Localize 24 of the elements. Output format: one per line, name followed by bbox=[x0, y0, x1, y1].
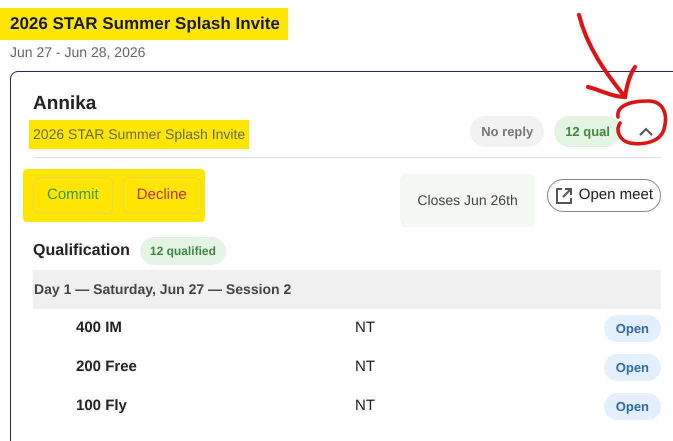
open-meet-button[interactable]: Open meet bbox=[546, 179, 661, 212]
action-button[interactable]: Decline bbox=[122, 177, 201, 214]
qualified-badge: 12 qualified bbox=[140, 237, 226, 265]
chevron-up-icon bbox=[639, 126, 653, 136]
external-link-icon bbox=[554, 186, 573, 204]
action-button[interactable]: Commit bbox=[33, 177, 113, 214]
status-badge: Open bbox=[604, 392, 661, 420]
meet-name: 2026 STAR Summer Splash Invite bbox=[33, 125, 246, 144]
meet-title: 2026 STAR Summer Splash Invite bbox=[10, 13, 280, 35]
status-badge: No reply bbox=[470, 116, 544, 147]
entry-time: NT bbox=[355, 357, 376, 378]
session-header: Day 1 — Saturday, Jun 27 — Session 2 bbox=[33, 270, 661, 309]
event-name: 400 IM bbox=[75, 318, 123, 338]
event-name: 200 Free bbox=[75, 357, 138, 378]
section-heading: Qualification bbox=[33, 241, 130, 261]
closing-date: Closes Jun 26th bbox=[400, 174, 535, 227]
entry-time: NT bbox=[355, 396, 376, 416]
status-badge: Open bbox=[604, 354, 661, 382]
status-badge: Open bbox=[604, 314, 661, 342]
meet-dates: Jun 27 - Jun 28, 2026 bbox=[10, 42, 146, 62]
event-name: 100 Fly bbox=[75, 396, 128, 416]
swimmer-name: Annika bbox=[33, 92, 98, 116]
status-badge: 12 qual bbox=[554, 116, 621, 147]
entry-time: NT bbox=[355, 318, 376, 338]
